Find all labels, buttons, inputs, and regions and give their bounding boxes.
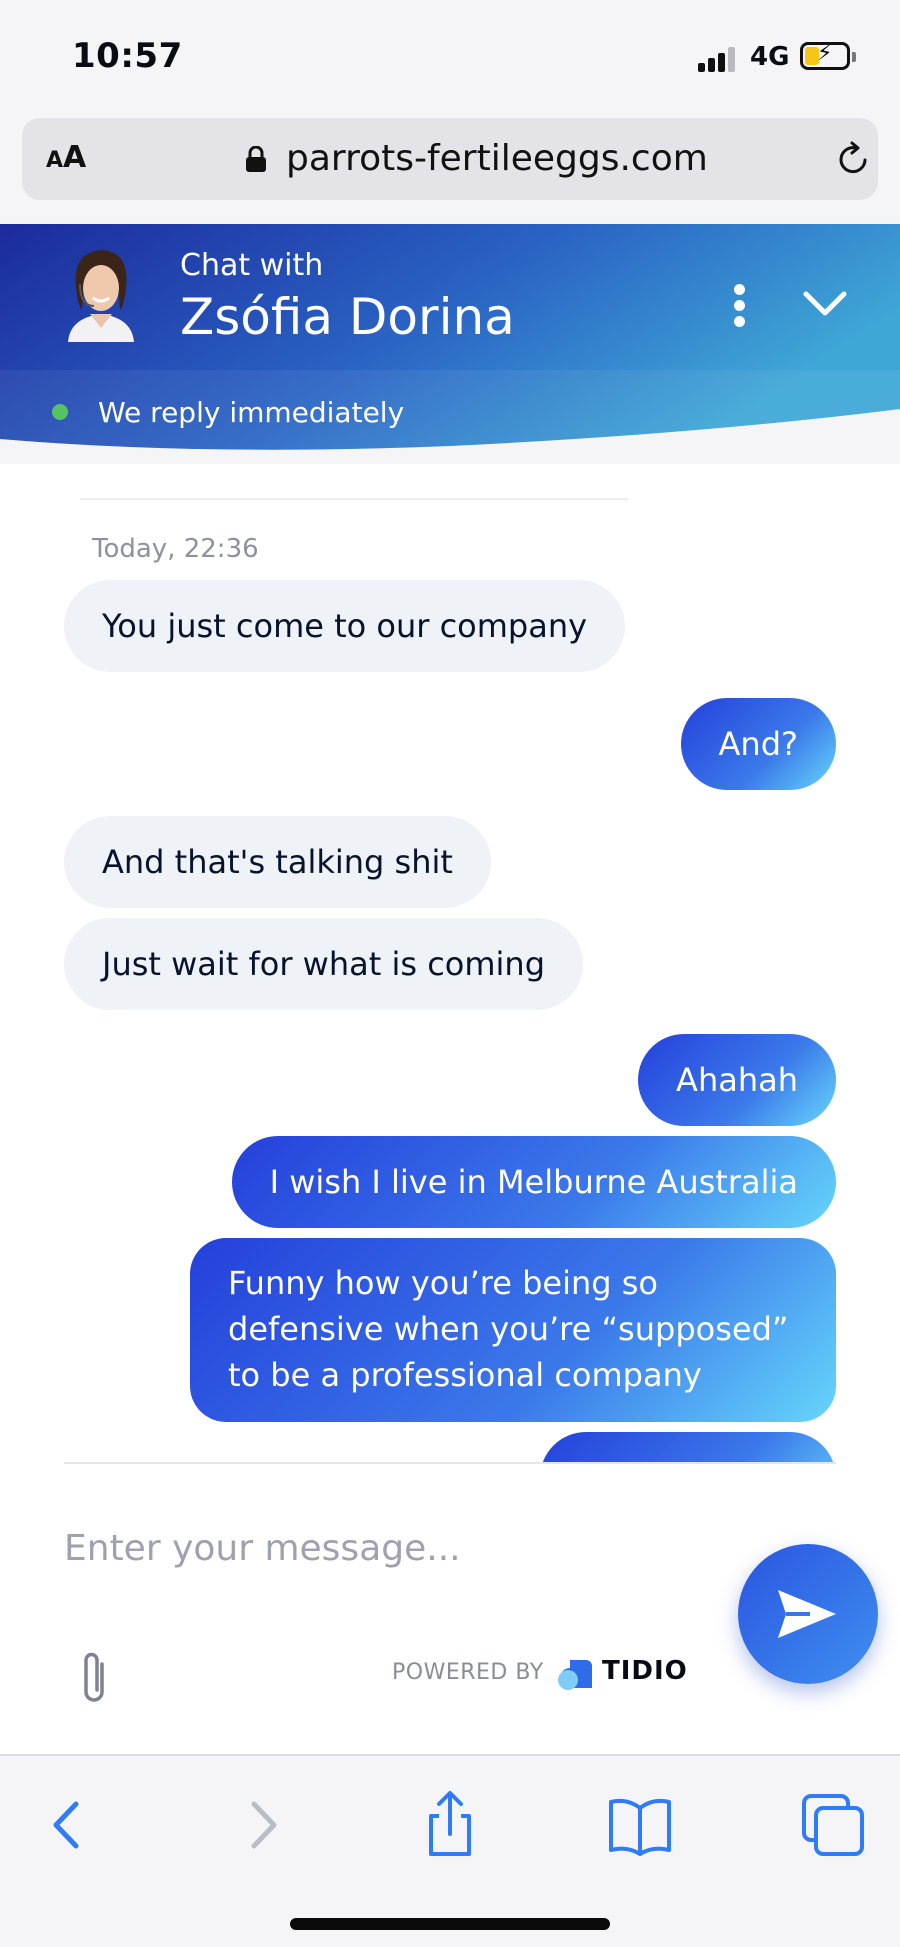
reader-options-button[interactable]: AA [46,140,86,175]
send-icon [778,1590,836,1638]
home-indicator [290,1918,610,1930]
composer: POWERED BY TIDIO [0,1464,900,1754]
tabs-icon[interactable] [798,1790,868,1860]
agent-avatar [68,250,134,342]
more-options-icon[interactable] [728,284,750,334]
share-icon[interactable] [415,1790,485,1860]
powered-by-label: POWERED BY [392,1660,544,1685]
network-type: 4G [750,42,790,72]
agent-name: Zsófia Dorina [180,288,515,346]
cellular-signal-icon [698,46,738,72]
tidio-wordmark[interactable]: TIDIO [602,1656,688,1686]
message-list[interactable]: Today, 22:36 You just come to our compan… [0,464,900,1464]
battery-charging-icon: ⚡ [800,41,850,70]
forward-icon[interactable] [228,1790,298,1860]
chat-with-label: Chat with [180,248,324,283]
message-timestamp: Today, 22:36 [92,534,259,564]
message-outgoing: Ahahah [638,1034,836,1126]
message-input[interactable] [64,1518,684,1578]
bookmarks-icon[interactable] [605,1790,675,1860]
message-outgoing-partial [540,1432,836,1464]
battery-nub [852,52,856,62]
online-status-dot [52,404,68,420]
chat-header: Chat with Zsófia Dorina We reply immedia… [0,224,900,464]
message-outgoing: And? [680,698,836,790]
url-text[interactable]: parrots-fertileeggs.com [286,138,708,179]
back-icon[interactable] [32,1790,102,1860]
divider [80,498,628,500]
aa-large: A [63,140,87,175]
aa-small: A [46,148,64,173]
chevron-down-icon[interactable] [800,286,850,322]
message-incoming: Just wait for what is coming [64,918,584,1010]
send-button[interactable] [738,1544,878,1684]
message-outgoing: Funny how you’re being so defensive when… [190,1238,836,1422]
message-incoming: You just come to our company [64,580,626,672]
browser-toolbar [0,1754,900,1947]
tidio-logo-icon[interactable] [556,1654,596,1694]
message-outgoing: I wish I live in Melburne Australia [231,1136,836,1228]
status-time: 10:57 [72,36,183,76]
message-incoming: And that's talking shit [64,816,491,908]
reply-status-text: We reply immediately [98,396,405,429]
lock-icon [246,146,266,172]
address-bar[interactable]: AA parrots-fertileeggs.com [22,118,878,200]
status-bar: 10:57 4G ⚡ [0,0,900,112]
reload-icon[interactable] [834,140,872,178]
paperclip-icon[interactable] [74,1650,114,1708]
